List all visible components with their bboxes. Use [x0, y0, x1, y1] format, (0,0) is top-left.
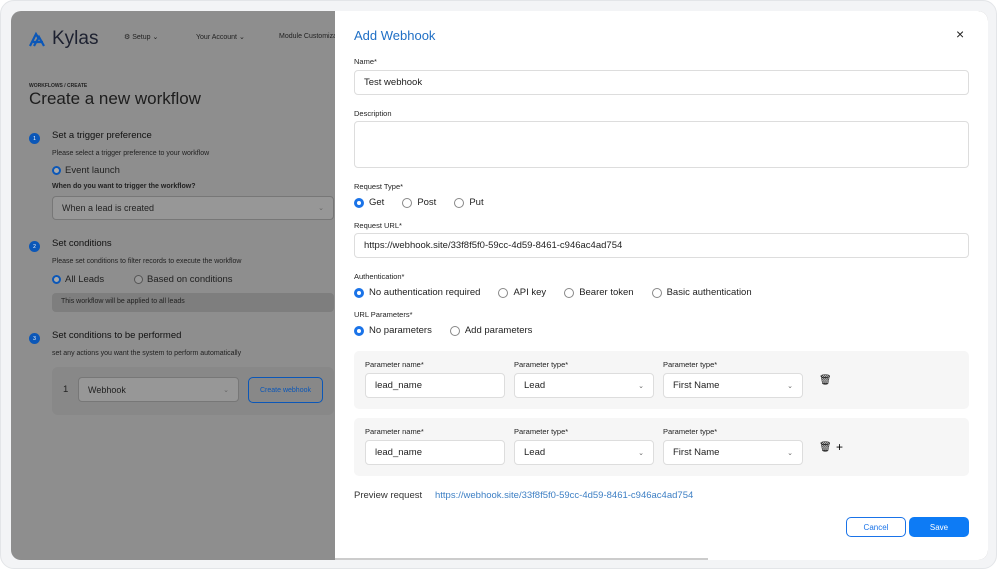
param-type-label: Parameter type* [514, 360, 568, 369]
url-parameters-label: URL Parameters* [354, 310, 413, 319]
action-row: 1 Webhook⌄ Create webhook [52, 367, 334, 415]
step-badge: 1 [29, 133, 40, 144]
trigger-select[interactable]: When a lead is created⌄ [52, 196, 334, 220]
nav-your-account[interactable]: Your Account ⌄ [196, 33, 245, 41]
param-type-label: Parameter type* [514, 427, 568, 436]
create-webhook-button[interactable]: Create webhook [248, 377, 323, 403]
param-type-select[interactable]: Lead⌄ [514, 373, 654, 398]
name-label: Name* [354, 57, 377, 66]
parameter-row: Parameter name* lead_name Parameter type… [354, 418, 969, 476]
param-name-input[interactable]: lead_name [365, 440, 505, 465]
radio-post[interactable]: Post [402, 197, 436, 208]
trigger-question: When do you want to trigger the workflow… [52, 183, 196, 190]
radio-all-leads[interactable]: All Leads [52, 274, 104, 285]
param-field-select[interactable]: First Name⌄ [663, 440, 803, 465]
add-webhook-modal: Add Webhook × Name* Test webhook Descrip… [335, 11, 988, 560]
parameter-row: Parameter name* lead_name Parameter type… [354, 351, 969, 409]
radio-add-parameters[interactable]: Add parameters [450, 325, 533, 336]
step-badge: 3 [29, 333, 40, 344]
nav-module-customization[interactable]: Module Customiza [279, 33, 337, 40]
step-desc: Please select a trigger preference to yo… [52, 150, 209, 157]
description-input[interactable] [354, 121, 969, 168]
logo: Kylas [29, 28, 98, 50]
authentication-group: No authentication required API key Beare… [354, 287, 752, 298]
radio-no-parameters[interactable]: No parameters [354, 325, 432, 336]
step-title: Set a trigger preference [52, 130, 152, 141]
radio-get[interactable]: Get [354, 197, 384, 208]
name-input[interactable]: Test webhook [354, 70, 969, 95]
radio-no-auth[interactable]: No authentication required [354, 287, 480, 298]
param-field-label: Parameter type* [663, 427, 717, 436]
radio-event-launch[interactable]: Event launch [52, 165, 120, 176]
page-title: Create a new workflow [29, 89, 201, 109]
step-title: Set conditions [52, 238, 112, 249]
step-desc: Please set conditions to filter records … [52, 258, 241, 265]
modal-title: Add Webhook [354, 28, 435, 43]
request-url-input[interactable]: https://webhook.site/33f8f5f0-59cc-4d59-… [354, 233, 969, 258]
param-name-label: Parameter name* [365, 427, 424, 436]
description-label: Description [354, 109, 392, 118]
param-field-select[interactable]: First Name⌄ [663, 373, 803, 398]
step-title: Set conditions to be performed [52, 330, 181, 341]
request-type-group: Get Post Put [354, 197, 484, 208]
action-select[interactable]: Webhook⌄ [78, 377, 239, 402]
radio-api-key[interactable]: API key [498, 287, 546, 298]
url-parameters-group: No parameters Add parameters [354, 325, 532, 336]
request-url-label: Request URL* [354, 221, 402, 230]
radio-basic-auth[interactable]: Basic authentication [652, 287, 752, 298]
param-name-input[interactable]: lead_name [365, 373, 505, 398]
info-banner: This workflow will be applied to all lea… [52, 293, 334, 312]
kylas-logo-icon [29, 31, 49, 47]
add-parameter-icon[interactable]: + [836, 440, 843, 454]
window-frame: Kylas ⚙ Setup ⌄ Your Account ⌄ Module Cu… [0, 0, 997, 569]
step-badge: 2 [29, 241, 40, 252]
radio-based-on-conditions[interactable]: Based on conditions [134, 274, 233, 285]
param-type-select[interactable]: Lead⌄ [514, 440, 654, 465]
close-icon[interactable]: × [956, 26, 964, 42]
nav-setup[interactable]: ⚙ Setup ⌄ [124, 33, 158, 41]
authentication-label: Authentication* [354, 272, 404, 281]
trash-icon[interactable]: 🗑 [819, 442, 832, 453]
radio-bearer-token[interactable]: Bearer token [564, 287, 633, 298]
radio-put[interactable]: Put [454, 197, 483, 208]
action-number: 1 [63, 384, 68, 395]
param-name-label: Parameter name* [365, 360, 424, 369]
trash-icon[interactable]: 🗑 [819, 375, 832, 386]
request-type-label: Request Type* [354, 182, 403, 191]
preview-url-link[interactable]: https://webhook.site/33f8f5f0-59cc-4d59-… [435, 490, 693, 501]
preview-label: Preview request [354, 490, 422, 501]
step-desc: set any actions you want the system to p… [52, 350, 241, 357]
save-button[interactable]: Save [909, 517, 969, 537]
param-field-label: Parameter type* [663, 360, 717, 369]
horizontal-scrollbar[interactable] [335, 558, 708, 560]
cancel-button[interactable]: Cancel [846, 517, 906, 537]
